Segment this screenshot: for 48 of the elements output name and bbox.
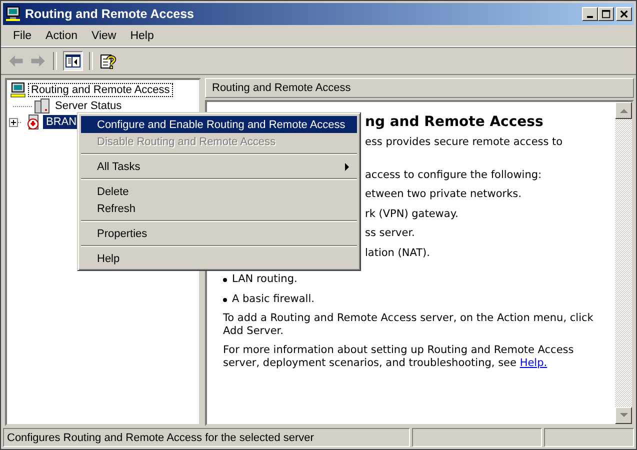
heading: ng and Remote Access [365,114,544,132]
server-icon [25,114,41,130]
text-line: A basic firewall. [232,292,314,304]
show-tree-button[interactable] [63,51,83,71]
maximize-icon [602,10,610,18]
tree-item[interactable]: Server Status [52,99,125,113]
window-title: Routing and Remote Access [25,7,196,21]
text-line: lation (NAT). [365,246,431,260]
menu-item[interactable]: Refresh [81,200,357,217]
menu-item[interactable]: Help [81,250,357,267]
tree-item[interactable]: Routing and Remote Access [28,83,173,97]
maximize-button[interactable] [598,7,614,21]
tree-item[interactable]: BRAN [43,115,80,129]
menu-item[interactable]: Configure and Enable Routing and Remote Access [81,116,357,133]
menu-item[interactable]: Delete [81,183,357,200]
bullet-icon [223,278,227,282]
computer-icon [10,82,26,98]
status-text: Configures Routing and Remote Access for the selected server [3,428,410,447]
expand-icon[interactable] [9,118,18,126]
up-arrow-icon [620,108,628,113]
help-link[interactable]: Help. [520,357,548,369]
scroll-down-button[interactable] [615,407,632,424]
minimize-icon [587,16,593,18]
minimize-button[interactable] [582,7,598,21]
paragraph: For more information about setting up Routing and Remote Access server, deployment scenarios, and troubleshooting, see Help. [223,344,575,370]
paragraph: To add a Routing and Remote Access server, on the Action menu, click Add Server. [223,312,594,338]
menu-item[interactable]: Help [124,30,162,42]
submenu-arrow-icon [345,162,349,170]
pane-header: Routing and Remote Access [205,78,634,98]
menu-item[interactable]: File [7,30,40,42]
text-line: LAN routing. [232,273,298,285]
down-arrow-icon [620,413,628,418]
text-line: rk (VPN) gateway. [365,208,460,222]
menu-item[interactable]: View [86,30,124,42]
scroll-up-button[interactable] [615,102,632,119]
close-icon [620,10,628,18]
text-line: ss server. [365,227,416,241]
computer-icon [5,6,21,22]
help-icon[interactable] [99,52,117,70]
text-line: ess provides secure remote access to [365,136,564,150]
text-line: etween two private networks. [365,188,522,202]
menu-item[interactable]: Action [40,30,86,42]
menu-item[interactable]: All Tasks [81,158,357,175]
bullet-icon [223,298,227,302]
servers-icon [34,98,50,114]
text-line: access to configure the following: [365,168,543,182]
menu-item[interactable]: Properties [81,225,357,242]
close-button[interactable] [616,7,632,21]
